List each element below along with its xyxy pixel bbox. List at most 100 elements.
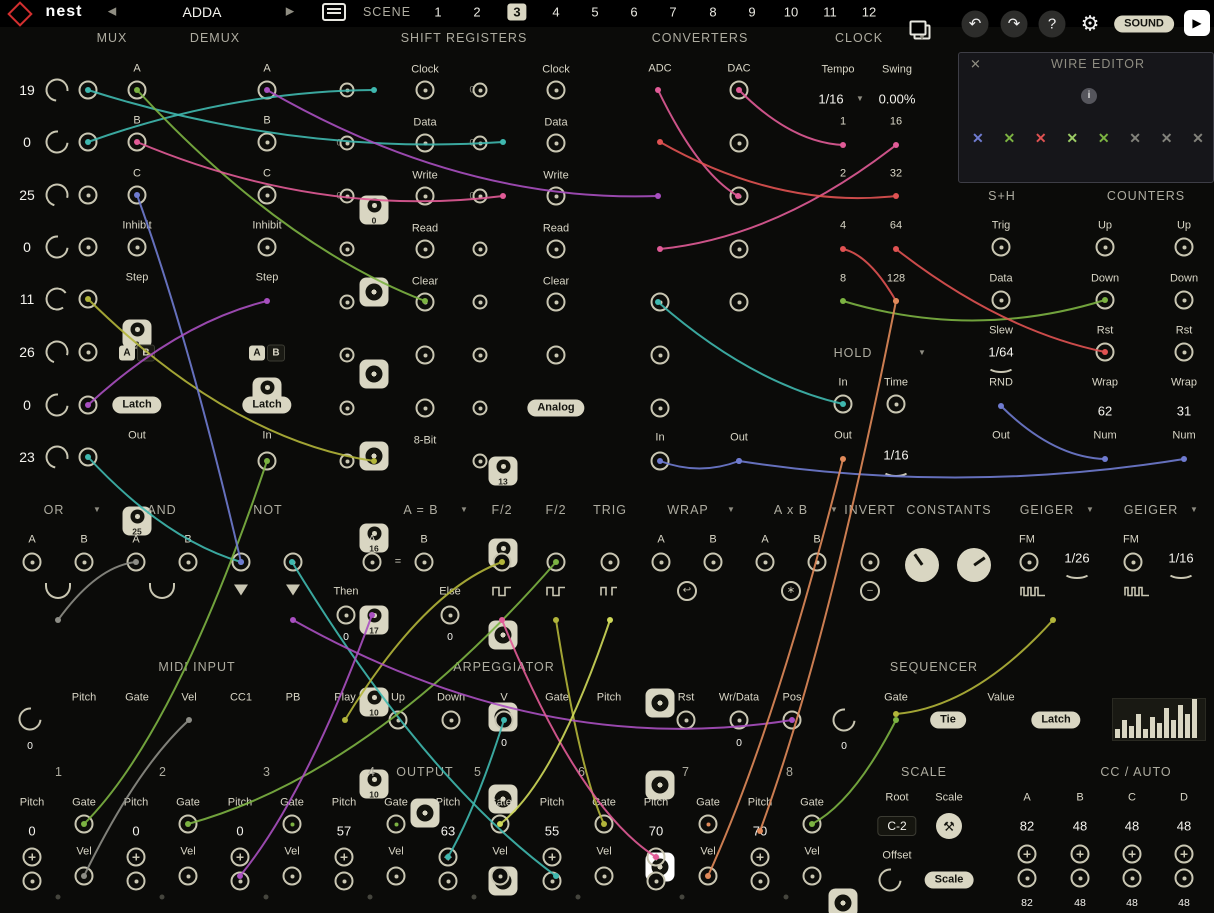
- mux-in3-dial[interactable]: [41, 179, 72, 210]
- sh-trig-port[interactable]: [992, 238, 1011, 257]
- axb-b-port[interactable]: [808, 553, 827, 572]
- info-icon[interactable]: i: [1081, 88, 1097, 104]
- sr-right-r2-in[interactable]: [473, 136, 488, 151]
- f2b-in-port[interactable]: [547, 553, 566, 572]
- ch8-gate-port[interactable]: [803, 815, 822, 834]
- scene-2[interactable]: 2: [467, 4, 486, 21]
- ch6-gate-port[interactable]: [595, 815, 614, 834]
- scene-7[interactable]: 7: [663, 4, 682, 21]
- sr-left-r7-port[interactable]: 10: [360, 688, 389, 717]
- mux-in1-value[interactable]: 19: [19, 83, 35, 97]
- hold-rate-value[interactable]: 1/16: [883, 449, 908, 462]
- mux-in5-port[interactable]: [79, 290, 98, 309]
- mux-in2-port[interactable]: [79, 133, 98, 152]
- mux-in4-port[interactable]: [79, 238, 98, 257]
- ch4-gate-port[interactable]: [387, 815, 406, 834]
- clock-div-1-port[interactable]: [829, 889, 858, 913]
- aeb-then-value[interactable]: 0: [343, 632, 349, 643]
- cc-b-cv-port[interactable]: [1071, 869, 1090, 888]
- ch2-gate-port[interactable]: [179, 815, 198, 834]
- sh-slew-value[interactable]: 1/64: [988, 346, 1013, 359]
- play-button[interactable]: ▶: [1184, 10, 1210, 36]
- preset-name[interactable]: ADDA: [183, 5, 222, 19]
- hold-in-port[interactable]: [834, 395, 853, 414]
- demux-inhibit-port[interactable]: [258, 238, 277, 257]
- aeb-else-value[interactable]: 0: [447, 632, 453, 643]
- sr-right-clear-port[interactable]: [547, 293, 566, 312]
- sr-left-clock-port[interactable]: [416, 81, 435, 100]
- mux-latch-button[interactable]: Latch: [112, 397, 161, 414]
- or-dropdown-icon[interactable]: ▼: [93, 506, 101, 514]
- seq-latch-button[interactable]: Latch: [1031, 712, 1080, 729]
- demux-latch-button[interactable]: Latch: [242, 397, 291, 414]
- ch3-gate-port[interactable]: [283, 815, 302, 834]
- ch1-pitch-cv-port[interactable]: [23, 872, 42, 891]
- geiger1-dropdown-icon[interactable]: ▼: [1086, 506, 1094, 514]
- geiger1-rate-value[interactable]: 1/26: [1064, 552, 1089, 565]
- arp-v-port[interactable]: [495, 711, 514, 730]
- demux-a-port[interactable]: [258, 81, 277, 100]
- mux-in1-port[interactable]: [79, 81, 98, 100]
- counter2-wrap-value[interactable]: 31: [1177, 405, 1191, 418]
- seq-wrdata-port[interactable]: [730, 711, 749, 730]
- not1-in-port[interactable]: [232, 553, 251, 572]
- sr-left-r2-port[interactable]: [360, 278, 389, 307]
- mux-in5-dial[interactable]: [44, 286, 71, 313]
- sr-right-data-port[interactable]: [547, 134, 566, 153]
- scene-4[interactable]: 4: [546, 4, 565, 21]
- mux-inhibit-port[interactable]: [128, 238, 147, 257]
- or-a-port[interactable]: [23, 553, 42, 572]
- counter1-wrap-value[interactable]: 62: [1098, 405, 1112, 418]
- mux-in8-value[interactable]: 23: [19, 450, 35, 464]
- cc-c-value[interactable]: 48: [1125, 820, 1139, 833]
- aeb-a-port[interactable]: [363, 553, 382, 572]
- preset-prev-icon[interactable]: ◀: [108, 7, 116, 18]
- aeb-then-port[interactable]: [337, 606, 356, 625]
- axb-a-port[interactable]: [756, 553, 775, 572]
- sr-left-data-port[interactable]: [416, 134, 435, 153]
- sr-left-r6-in[interactable]: [340, 348, 355, 363]
- mux-c-port[interactable]: [128, 186, 147, 205]
- sr-right-write-port[interactable]: [547, 187, 566, 206]
- ch3-pitch-cv-port[interactable]: [231, 872, 250, 891]
- ch3-pitch-port[interactable]: [231, 848, 250, 867]
- constant2-knob[interactable]: [957, 548, 991, 582]
- tempo-value[interactable]: 1/16: [818, 93, 843, 106]
- cc-a-port[interactable]: [1018, 845, 1037, 864]
- undo-button[interactable]: ↶: [962, 11, 989, 38]
- mux-in1-dial[interactable]: [41, 74, 73, 106]
- sr-right-r3-in[interactable]: [473, 189, 488, 204]
- seq-step-display[interactable]: [1112, 698, 1206, 741]
- adc-bit1-port[interactable]: [646, 689, 675, 718]
- ch2-pitch-value[interactable]: 0: [132, 825, 139, 838]
- invert-in-port[interactable]: [861, 553, 880, 572]
- ch8-pitch-cv-port[interactable]: [751, 872, 770, 891]
- scene-8[interactable]: 8: [703, 4, 722, 21]
- scene-11[interactable]: 11: [817, 4, 843, 21]
- cc-c-out-value[interactable]: 48: [1126, 898, 1138, 909]
- sr-left-r3-in[interactable]: [340, 189, 355, 204]
- sr-left-r5-in[interactable]: [340, 295, 355, 310]
- ch4-pitch-cv-port[interactable]: [335, 872, 354, 891]
- sr-right-clock-port[interactable]: [547, 81, 566, 100]
- aeb-dropdown-icon[interactable]: ▼: [460, 506, 468, 514]
- mux-in3-value[interactable]: 25: [19, 188, 35, 202]
- scene-1[interactable]: 1: [428, 4, 447, 21]
- ch7-gate-port[interactable]: [699, 815, 718, 834]
- sr-left-r1-in[interactable]: [340, 83, 355, 98]
- wire-editor-marks[interactable]: ✕✕✕✕✕✕✕✕: [972, 130, 1204, 147]
- and-a-port[interactable]: [127, 553, 146, 572]
- mux-in6-dial[interactable]: [41, 336, 72, 367]
- ch4-pitch-port[interactable]: [335, 848, 354, 867]
- sr-left-r8-in[interactable]: [340, 454, 355, 469]
- scale-offset-dial[interactable]: [874, 864, 906, 896]
- demux-ab-b[interactable]: B: [267, 345, 285, 362]
- dac-bit4-port[interactable]: [730, 240, 749, 259]
- ch8-vel-port[interactable]: [803, 867, 822, 886]
- sr-left-r2-in[interactable]: [340, 136, 355, 151]
- arp-up-port[interactable]: [389, 711, 408, 730]
- ch3-vel-port[interactable]: [283, 867, 302, 886]
- ch5-pitch-port[interactable]: [439, 848, 458, 867]
- mux-b-port[interactable]: [128, 133, 147, 152]
- counter1-up-port[interactable]: [1096, 238, 1115, 257]
